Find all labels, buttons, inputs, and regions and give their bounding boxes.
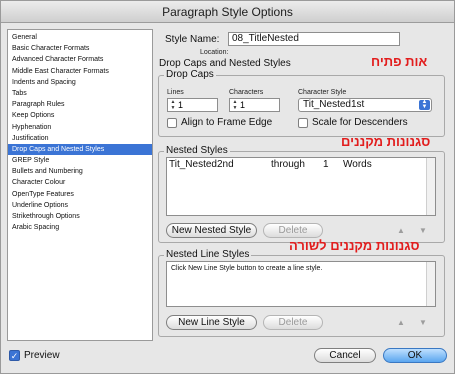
sidebar-item-opentype-features[interactable]: OpenType Features — [8, 189, 152, 200]
scale-for-descenders-checkbox[interactable] — [298, 118, 308, 128]
nested-styles-title: Nested Styles — [164, 145, 230, 156]
align-to-frame-edge-label: Align to Frame Edge — [181, 117, 273, 128]
sidebar-item-general[interactable]: General — [8, 32, 152, 43]
stepper-arrows-icon[interactable]: ▲ ▼ — [231, 99, 239, 111]
nested-styles-annotation: סגנונות מקננים — [341, 134, 431, 149]
sidebar-item-indents-and-spacing[interactable]: Indents and Spacing — [8, 77, 152, 88]
sidebar-item-tabs[interactable]: Tabs — [8, 88, 152, 99]
nested-style-name[interactable]: Tit_Nested2nd — [169, 159, 234, 170]
delete-nested-style-button[interactable]: Delete — [263, 223, 323, 238]
location-label: Location: — [200, 49, 229, 56]
nested-styles-scrollbar[interactable] — [426, 158, 435, 215]
stepper-arrows-icon[interactable]: ▲ ▼ — [169, 99, 177, 111]
sidebar-item-strikethrough-options[interactable]: Strikethrough Options — [8, 211, 152, 222]
nested-line-styles-scrollbar[interactable] — [426, 262, 435, 306]
delete-line-style-button[interactable]: Delete — [263, 315, 323, 330]
sidebar-item-justification[interactable]: Justification — [8, 133, 152, 144]
align-to-frame-edge-checkbox[interactable] — [167, 118, 177, 128]
sidebar-item-underline-options[interactable]: Underline Options — [8, 200, 152, 211]
sidebar-item-character-colour[interactable]: Character Colour — [8, 177, 152, 188]
new-line-style-button[interactable]: New Line Style — [166, 315, 257, 330]
style-name-label: Style Name: — [165, 34, 220, 45]
sidebar-item-paragraph-rules[interactable]: Paragraph Rules — [8, 99, 152, 110]
lines-label: Lines — [167, 89, 184, 96]
sidebar-item-bullets-and-numbering[interactable]: Bullets and Numbering — [8, 166, 152, 177]
new-nested-style-button[interactable]: New Nested Style — [166, 223, 257, 238]
drop-caps-title: Drop Caps — [164, 69, 216, 80]
sidebar-item-arabic-spacing[interactable]: Arabic Spacing — [8, 222, 152, 233]
nested-line-styles-title: Nested Line Styles — [164, 249, 252, 260]
nested-style-count[interactable]: 1 — [323, 159, 329, 170]
move-up-icon[interactable]: ▲ — [397, 318, 405, 327]
character-style-value: Tit_Nested1st — [303, 99, 365, 110]
category-list[interactable]: General Basic Character Formats Advanced… — [7, 29, 153, 341]
character-style-select[interactable]: Tit_Nested1st ▲ ▼ — [298, 98, 432, 112]
sidebar-item-grep-style[interactable]: GREP Style — [8, 155, 152, 166]
nested-line-styles-annotation: סגנונות מקננים לשורה — [289, 238, 420, 253]
characters-label: Characters — [229, 89, 264, 96]
style-name-input[interactable]: 08_TitleNested — [228, 32, 400, 46]
lines-value: 1 — [178, 100, 184, 110]
character-style-label: Character Style — [298, 89, 347, 96]
scale-for-descenders-label: Scale for Descenders — [312, 117, 408, 128]
sidebar-item-basic-character-formats[interactable]: Basic Character Formats — [8, 43, 152, 54]
select-arrows-icon: ▲ ▼ — [419, 99, 430, 110]
preview-checkbox[interactable]: ✓ — [9, 350, 20, 361]
sidebar-item-middle-east-character-formats[interactable]: Middle East Character Formats — [8, 66, 152, 77]
nested-style-through[interactable]: through — [271, 159, 305, 170]
nested-style-unit[interactable]: Words — [343, 159, 372, 170]
characters-value: 1 — [240, 100, 246, 110]
sidebar-item-drop-caps-and-nested-styles[interactable]: Drop Caps and Nested Styles — [8, 143, 152, 156]
preview-label: Preview — [24, 350, 60, 361]
move-down-icon[interactable]: ▼ — [419, 318, 427, 327]
line-style-hint: Click New Line Style button to create a … — [171, 265, 323, 272]
sidebar-item-advanced-character-formats[interactable]: Advanced Character Formats — [8, 54, 152, 65]
lines-stepper[interactable]: ▲ ▼ 1 — [167, 98, 218, 112]
paragraph-style-options-dialog: Paragraph Style Options General Basic Ch… — [0, 0, 455, 374]
section-title: Drop Caps and Nested Styles — [159, 58, 291, 69]
characters-stepper[interactable]: ▲ ▼ 1 — [229, 98, 280, 112]
dialog-title: Paragraph Style Options — [1, 1, 454, 23]
sidebar-item-hyphenation[interactable]: Hyphenation — [8, 122, 152, 133]
cancel-button[interactable]: Cancel — [314, 348, 376, 363]
sidebar-item-keep-options[interactable]: Keep Options — [8, 110, 152, 121]
drop-caps-annotation: אות פתיח — [371, 54, 428, 69]
move-down-icon[interactable]: ▼ — [419, 226, 427, 235]
move-up-icon[interactable]: ▲ — [397, 226, 405, 235]
ok-button[interactable]: OK — [383, 348, 447, 363]
